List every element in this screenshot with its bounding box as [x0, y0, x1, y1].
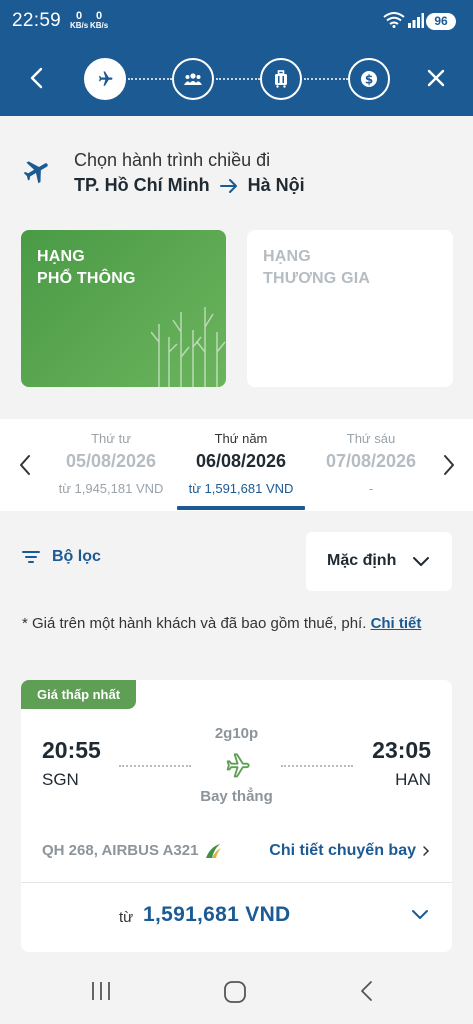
- chevron-down-icon: [412, 910, 428, 919]
- cabin-business-card[interactable]: HẠNG THƯƠNG GIA: [247, 230, 453, 387]
- price-note: * Giá trên một hành khách và đã bao gồm …: [22, 615, 422, 632]
- cabin-label: HẠNG PHỔ THÔNG: [37, 248, 136, 287]
- fare-expand-row[interactable]: từ 1,591,681 VND: [21, 883, 452, 952]
- route-subtitle: Chọn hành trình chiều đi: [74, 150, 271, 170]
- flight-card[interactable]: Giá thấp nhất 20:55 SGN 2g10p Bay thẳng …: [21, 680, 452, 952]
- svg-text:$: $: [365, 73, 373, 87]
- route-line: [119, 765, 191, 767]
- sort-dropdown[interactable]: Mặc định: [306, 532, 452, 591]
- filter-label: Bộ lọc: [52, 548, 101, 565]
- arrival-airport: HAN: [395, 770, 431, 789]
- step-connector: [128, 78, 172, 80]
- plane-icon: [226, 753, 250, 778]
- cabin-economy-card[interactable]: HẠNG PHỔ THÔNG: [21, 230, 226, 387]
- chevron-down-icon: [413, 557, 429, 566]
- flight-detail-link[interactable]: Chi tiết chuyến bay: [269, 842, 430, 860]
- step-payment[interactable]: $: [348, 58, 390, 100]
- date-option[interactable]: Thứ tư 05/08/2026 từ 1,945,181 VND: [50, 419, 172, 511]
- date-option-selected[interactable]: Thứ năm 06/08/2026 từ 1,591,681 VND: [177, 419, 305, 511]
- airline-logo-icon: [206, 843, 222, 858]
- price-prefix: từ: [119, 909, 134, 926]
- filter-button[interactable]: Bộ lọc: [22, 548, 101, 566]
- chevron-right-icon[interactable]: [438, 451, 460, 479]
- stops-info: Bay thẳng: [200, 788, 273, 805]
- origin-city: TP. Hồ Chí Minh: [74, 175, 210, 195]
- app-header: 22:59 0 KB/s 0 KB/s 96 $: [0, 0, 473, 116]
- destination-city: Hà Nội: [247, 175, 305, 195]
- payment-icon: $: [361, 71, 377, 87]
- lowest-price-badge: Giá thấp nhất: [21, 680, 137, 709]
- airplane-icon: [23, 161, 48, 184]
- chevron-right-icon: [423, 846, 430, 856]
- wifi-icon: [383, 12, 405, 28]
- home-icon[interactable]: [223, 980, 247, 1004]
- plane-icon: [99, 71, 113, 86]
- filter-icon: [22, 551, 40, 563]
- date-selector: Thứ tư 05/08/2026 từ 1,945,181 VND Thứ n…: [0, 419, 473, 511]
- step-passengers[interactable]: [172, 58, 214, 100]
- status-bar: 22:59 0 KB/s 0 KB/s 96: [0, 0, 473, 42]
- system-nav-bar: [0, 960, 473, 1024]
- route-line: [281, 765, 353, 767]
- date-option[interactable]: Thứ sáu 07/08/2026 -: [310, 419, 432, 511]
- chevron-left-icon[interactable]: [14, 451, 36, 479]
- network-speed-2: 0 KB/s: [90, 10, 109, 31]
- step-connector: [216, 78, 260, 80]
- chevron-left-icon[interactable]: [24, 64, 52, 92]
- departure-airport: SGN: [42, 770, 79, 789]
- price-detail-link[interactable]: Chi tiết: [371, 615, 422, 632]
- booking-stepper: $: [84, 58, 390, 100]
- flight-number: QH 268, AIRBUS A321: [42, 842, 222, 859]
- passengers-icon: [184, 73, 202, 85]
- step-connector: [304, 78, 348, 80]
- close-icon[interactable]: [422, 64, 450, 92]
- recent-apps-icon[interactable]: [90, 980, 112, 1002]
- network-speed-1: 0 KB/s: [70, 10, 89, 31]
- arrow-right-icon: [219, 178, 237, 193]
- arrival-time: 23:05: [372, 737, 431, 763]
- battery-indicator: 96: [426, 13, 456, 30]
- route-cities: TP. Hồ Chí Minh Hà Nội: [74, 175, 305, 196]
- step-luggage[interactable]: [260, 58, 302, 100]
- sort-label: Mặc định: [327, 552, 397, 569]
- cabin-label: HẠNG THƯƠNG GIA: [263, 248, 371, 287]
- back-icon[interactable]: [356, 980, 378, 1002]
- bamboo-decoration-icon: [151, 307, 226, 387]
- luggage-icon: [275, 70, 287, 88]
- selected-date-indicator: [177, 506, 305, 510]
- fare-price: 1,591,681 VND: [143, 903, 291, 926]
- status-time: 22:59: [12, 10, 62, 31]
- signal-icon: [408, 13, 424, 28]
- step-flight[interactable]: [84, 58, 126, 100]
